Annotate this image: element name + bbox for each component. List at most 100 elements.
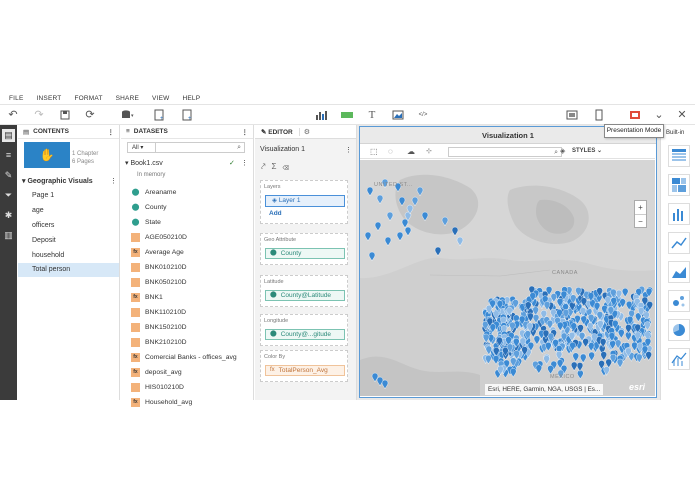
dataset-more-icon[interactable]: ⋮ (241, 159, 248, 167)
insert-chart-icon[interactable] (314, 108, 328, 122)
bar-chart-icon[interactable] (668, 203, 690, 225)
drop-zone[interactable]: Longitude ⬤ County@...gitude (260, 314, 348, 346)
dataset-field[interactable]: BNK050210D (131, 275, 187, 289)
dataset-field[interactable]: AGE050210D (131, 230, 187, 244)
line-chart-icon[interactable] (668, 232, 690, 254)
dataset-field[interactable]: fx Comercial Banks - offices_avg (131, 350, 237, 364)
dataset-name[interactable]: ▾ Book1.csv (125, 159, 163, 167)
duplicate-page-icon[interactable]: + (180, 108, 194, 122)
menu-view[interactable]: VIEW (152, 95, 169, 102)
swap-icon[interactable]: ⤤ (261, 162, 272, 171)
search-icon[interactable]: ⌕ (554, 148, 558, 157)
editor-more-icon[interactable]: ⋮ (345, 146, 352, 154)
dataset-field[interactable]: BNK210210D (131, 335, 187, 349)
menu-insert[interactable]: INSERT (37, 95, 62, 102)
contents-panel: ▤ CONTENTS ⋮ ✋ 1 Chapter 6 Pages ▾ Geogr… (18, 125, 120, 400)
page-item[interactable]: Deposit (18, 234, 119, 248)
chart-panel-icon[interactable]: ▥ (2, 229, 15, 242)
bubble-chart-icon[interactable] (668, 290, 690, 312)
menu-help[interactable]: HELP (182, 95, 200, 102)
more-options-icon[interactable]: ⋮ (242, 128, 249, 136)
dataset-field[interactable]: ⬤ State (131, 215, 161, 229)
dataset-field[interactable]: BNK110210D (131, 305, 186, 319)
page-item[interactable]: officers (18, 219, 119, 233)
zoom-in-button[interactable]: + (635, 201, 646, 214)
attribute-chip[interactable]: ⬤ County (265, 248, 345, 259)
device-preview-icon[interactable] (592, 108, 606, 122)
dataset-field[interactable]: HIS010210D (131, 380, 184, 394)
attribute-chip-label: County@...gitude (280, 331, 332, 338)
drop-zone[interactable]: Color By fx TotalPerson_Avg (260, 350, 348, 382)
close-icon[interactable]: ✕ (675, 108, 689, 122)
editor-panel-icon[interactable]: ✎ (2, 169, 15, 182)
map-attribution[interactable]: Esri, HERE, Garmin, NGA, USGS | Es... (485, 384, 604, 395)
attribute-chip[interactable]: fx TotalPerson_Avg (265, 365, 345, 376)
grid-visualization-icon[interactable] (668, 145, 690, 167)
page-item-selected[interactable]: Total person (18, 263, 119, 277)
circle-select-icon[interactable]: ◌ (388, 147, 393, 156)
dataset-filter-select[interactable]: All ▾ (128, 143, 156, 152)
chapter-thumbnail[interactable]: ✋ (24, 142, 70, 168)
attribute-chip[interactable]: ⬤ County@...gitude (265, 329, 345, 340)
dataset-field[interactable]: fx Household_avg (131, 395, 192, 409)
insert-selector-icon[interactable] (340, 108, 354, 122)
page-item[interactable]: household (18, 249, 119, 263)
dataset-field[interactable]: fx BNK1 (131, 290, 163, 304)
menu-format[interactable]: FORMAT (74, 95, 102, 102)
drop-zone[interactable]: Latitude ⬤ County@Latitude (260, 275, 348, 307)
lasso-select-icon[interactable]: ☁ (407, 147, 415, 156)
fit-page-icon[interactable] (565, 108, 579, 122)
insert-text-icon[interactable]: T (365, 108, 379, 122)
geo-attribute-icon: ⬤ (270, 250, 277, 256)
add-layer-button[interactable]: Add (269, 210, 282, 217)
chapter-more-icon[interactable]: ⋮ (110, 177, 117, 185)
layer-item[interactable]: ◈ Layer 1 (265, 195, 345, 207)
visualization-name[interactable]: Visualization 1 (260, 146, 305, 153)
map-area[interactable]: UNITED ST... CANADA MÉXICO + − Esri, HER… (360, 160, 655, 396)
filter-panel-icon[interactable]: ⏷ (2, 189, 15, 202)
heat-map-icon[interactable] (668, 174, 690, 196)
settings-panel-icon[interactable]: ✱ (2, 209, 15, 222)
zoom-out-button[interactable]: − (635, 214, 646, 227)
pie-chart-icon[interactable] (668, 319, 690, 341)
insert-html-icon[interactable]: </> (416, 108, 430, 122)
undo-icon[interactable]: ↶ (6, 108, 20, 122)
menu-file[interactable]: FILE (9, 95, 24, 102)
save-icon[interactable] (58, 108, 72, 122)
rectangle-select-icon[interactable]: ⬚ (370, 147, 378, 156)
dataset-field[interactable]: ⬤ Areaname (131, 185, 177, 199)
layers-icon[interactable]: ◈ (560, 147, 565, 155)
page-item[interactable]: Page 1 (18, 189, 119, 203)
combo-chart-icon[interactable] (668, 348, 690, 370)
dataset-field[interactable]: ⬤ County (131, 200, 167, 214)
sum-icon[interactable]: Σ (272, 162, 283, 171)
map-search-input[interactable]: ⌕ (448, 147, 562, 157)
drop-zone[interactable]: Geo Attribute ⬤ County (260, 233, 348, 265)
contents-panel-icon[interactable]: ▤ (2, 129, 15, 142)
styles-dropdown[interactable]: STYLES ⌄ (572, 147, 602, 156)
dataset-field[interactable]: fx deposit_avg (131, 365, 182, 379)
search-icon[interactable]: ⌕ (237, 144, 241, 152)
chapter-title[interactable]: ▾ Geographic Visuals (22, 177, 93, 185)
dataset-field[interactable]: BNK010210D (131, 260, 187, 274)
redo-icon[interactable]: ↷ (32, 108, 46, 122)
refresh-icon[interactable]: ⟳ (83, 108, 97, 122)
menu-share[interactable]: SHARE (116, 95, 139, 102)
tab-properties-gear-icon[interactable]: ⚙ (298, 127, 314, 136)
collapse-toolbar-icon[interactable]: ⌄ (652, 108, 666, 122)
attribute-chip[interactable]: ⬤ County@Latitude (265, 290, 345, 301)
dataset-field[interactable]: fx Average Age (131, 245, 184, 259)
presentation-mode-icon[interactable] (628, 108, 642, 122)
more-options-icon[interactable]: ⋮ (108, 128, 115, 136)
area-chart-icon[interactable] (668, 261, 690, 283)
datasets-panel-icon[interactable]: ≡ (2, 149, 15, 162)
clear-selection-icon[interactable]: ⊹ (426, 147, 432, 155)
visualization-container[interactable]: Visualization 1 ⬚ ◌ ☁ ⊹ ⌕ ◈ STYLES ⌄ UNI… (359, 126, 657, 398)
dataset-field[interactable]: BNK150210D (131, 320, 187, 334)
tab-editor[interactable]: ✎ EDITOR (255, 128, 299, 136)
page-item[interactable]: age (18, 204, 119, 218)
add-data-icon[interactable]: ▾ (120, 108, 134, 122)
new-page-icon[interactable]: + (152, 108, 166, 122)
insert-image-icon[interactable] (391, 108, 405, 122)
eraser-icon[interactable]: ⌫ (282, 162, 294, 171)
